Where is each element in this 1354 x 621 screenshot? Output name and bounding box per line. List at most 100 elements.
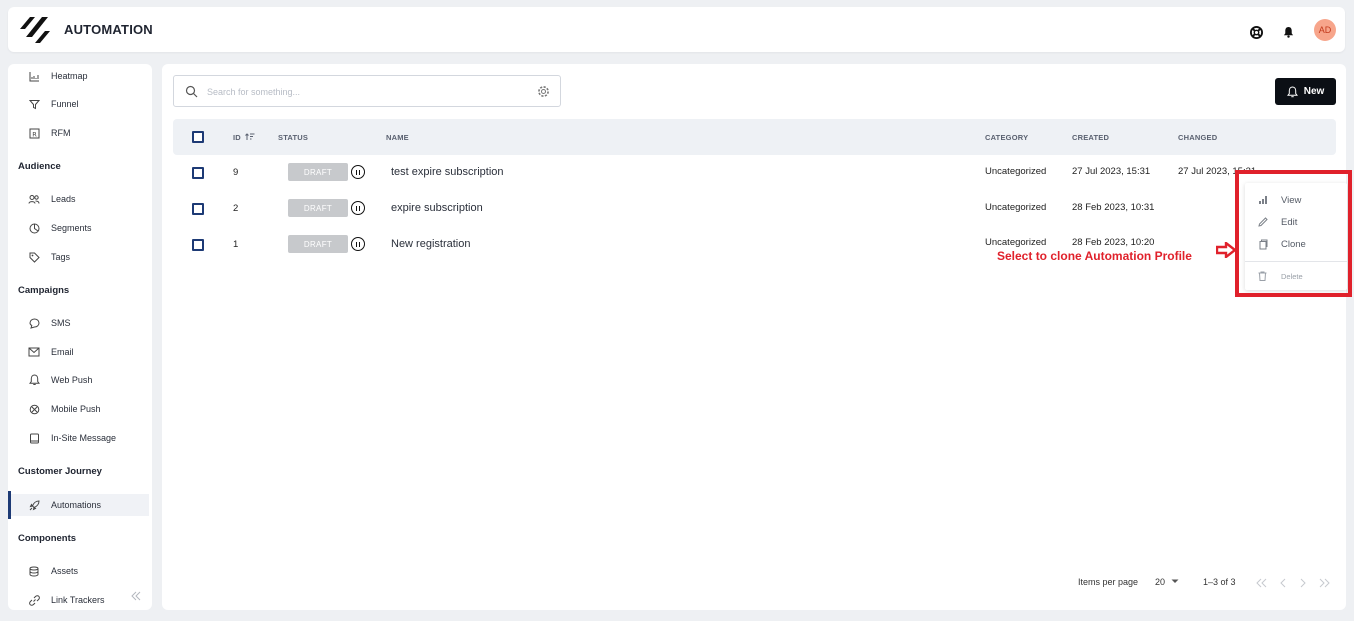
sidebar-item-leads[interactable]: Leads	[8, 188, 152, 210]
new-button[interactable]: New	[1275, 78, 1336, 105]
chevron-down-icon	[1171, 579, 1179, 583]
sidebar-item-tags[interactable]: Tags	[8, 246, 152, 268]
row-created: 28 Feb 2023, 10:31	[1072, 202, 1155, 213]
new-button-label: New	[1303, 86, 1325, 97]
avatar[interactable]: AD	[1314, 19, 1336, 41]
section-audience: Audience	[18, 161, 61, 172]
sidebar-item-mobile-push[interactable]: Mobile Push	[8, 398, 152, 420]
sidebar-item-label: Email	[51, 347, 74, 357]
row-category: Uncategorized	[985, 202, 1047, 213]
pause-icon[interactable]	[351, 237, 365, 251]
link-icon	[28, 594, 40, 606]
sidebar-item-label: RFM	[51, 128, 71, 138]
prev-page-icon[interactable]	[1279, 578, 1287, 588]
sidebar-item-in-site-message[interactable]: In-Site Message	[8, 427, 152, 449]
sidebar-item-segments[interactable]: Segments	[8, 217, 152, 239]
sidebar-item-label: Link Trackers	[51, 595, 105, 605]
column-changed[interactable]: CHANGED	[1178, 133, 1217, 142]
help-icon[interactable]	[1249, 25, 1263, 39]
last-page-icon[interactable]	[1319, 578, 1330, 588]
column-status[interactable]: STATUS	[278, 133, 308, 142]
table-header: ID STATUS NAME CATEGORY CREATED CHANGED	[173, 119, 1336, 155]
row-created: 28 Feb 2023, 10:20	[1072, 237, 1155, 248]
column-id-label: ID	[233, 133, 241, 142]
bell-icon	[28, 374, 40, 386]
select-all-checkbox[interactable]	[192, 131, 204, 143]
message-icon	[28, 432, 40, 444]
table-row[interactable]: 9 DRAFT test expire subscription Uncateg…	[173, 154, 1336, 190]
column-created[interactable]: CREATED	[1072, 133, 1109, 142]
status-badge: DRAFT	[288, 199, 348, 217]
section-customer-journey: Customer Journey	[18, 466, 102, 477]
sidebar-item-label: Automations	[51, 500, 102, 510]
sort-icon[interactable]	[245, 133, 255, 141]
funnel-icon	[28, 98, 40, 110]
sidebar-item-heatmap[interactable]: Heatmap	[8, 65, 152, 87]
row-id: 2	[233, 203, 239, 214]
row-category: Uncategorized	[985, 166, 1047, 177]
row-checkbox[interactable]	[192, 167, 204, 179]
sidebar-item-label: Heatmap	[51, 71, 88, 81]
annotation-text: Select to clone Automation Profile	[997, 249, 1192, 263]
first-page-icon[interactable]	[1256, 578, 1267, 588]
highlight-box	[1235, 170, 1352, 297]
app-title: AUTOMATION	[64, 22, 153, 37]
sidebar-item-label: SMS	[51, 318, 71, 328]
bell-icon	[1286, 85, 1298, 97]
sidebar-item-assets[interactable]: Assets	[8, 560, 152, 582]
sidebar-item-label: Mobile Push	[51, 404, 101, 414]
sidebar-item-automations[interactable]: Automations	[8, 491, 149, 519]
items-per-page-label: Items per page	[1078, 577, 1139, 587]
mobile-icon	[28, 403, 40, 415]
items-per-page-select[interactable]: 20	[1155, 577, 1179, 587]
svg-text:R: R	[32, 130, 37, 138]
sidebar-item-label: Web Push	[51, 375, 93, 385]
pie-icon	[28, 222, 40, 234]
users-icon	[28, 193, 40, 205]
items-per-page-value: 20	[1155, 577, 1166, 587]
search-input[interactable]	[207, 84, 527, 100]
status-badge: DRAFT	[288, 235, 348, 253]
row-name[interactable]: New registration	[391, 238, 470, 250]
pause-icon[interactable]	[351, 201, 365, 215]
row-category: Uncategorized	[985, 237, 1047, 248]
next-page-icon[interactable]	[1299, 578, 1307, 588]
gear-icon[interactable]	[537, 85, 550, 98]
sidebar-item-label: Tags	[51, 252, 71, 262]
chat-icon	[28, 317, 40, 329]
bell-icon[interactable]	[1281, 25, 1295, 39]
pause-icon[interactable]	[351, 165, 365, 179]
row-id: 9	[233, 167, 239, 178]
mail-icon	[28, 346, 40, 358]
search-box	[173, 75, 561, 107]
logo	[20, 17, 50, 43]
sidebar-item-label: Assets	[51, 566, 79, 576]
sidebar-item-label: Leads	[51, 194, 76, 204]
sidebar-item-rfm[interactable]: R RFM	[8, 122, 152, 144]
heatmap-icon	[28, 70, 40, 82]
sidebar: Heatmap Funnel R RFM Audience Leads Segm…	[8, 64, 152, 610]
column-category[interactable]: CATEGORY	[985, 133, 1028, 142]
sidebar-item-label: Segments	[51, 223, 92, 233]
arrow-right-icon	[1216, 242, 1236, 258]
sidebar-item-sms[interactable]: SMS	[8, 312, 152, 334]
main-panel: New ID STATUS NAME CATEGORY CREATED CHAN…	[162, 64, 1346, 610]
database-icon	[28, 565, 40, 577]
row-name[interactable]: test expire subscription	[391, 166, 504, 178]
row-name[interactable]: expire subscription	[391, 202, 483, 214]
status-badge: DRAFT	[288, 163, 348, 181]
row-checkbox[interactable]	[192, 203, 204, 215]
sidebar-item-funnel[interactable]: Funnel	[8, 93, 152, 115]
sidebar-item-email[interactable]: Email	[8, 341, 152, 363]
collapse-sidebar-icon[interactable]	[130, 590, 142, 602]
page-range: 1–3 of 3	[1203, 577, 1236, 587]
row-created: 27 Jul 2023, 15:31	[1072, 166, 1151, 177]
column-name[interactable]: NAME	[386, 133, 409, 142]
table-row[interactable]: 2 DRAFT expire subscription Uncategorize…	[173, 190, 1336, 226]
section-campaigns: Campaigns	[18, 285, 70, 296]
section-components: Components	[18, 533, 77, 544]
row-checkbox[interactable]	[192, 239, 204, 251]
column-id[interactable]: ID	[233, 133, 255, 142]
tag-icon	[28, 251, 40, 263]
sidebar-item-web-push[interactable]: Web Push	[8, 369, 152, 391]
